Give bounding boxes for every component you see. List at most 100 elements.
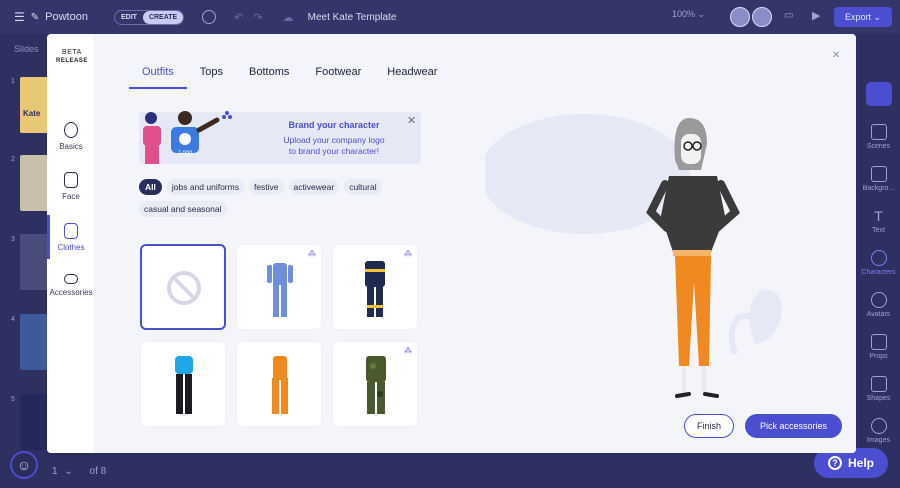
- filter-all[interactable]: All: [139, 179, 162, 195]
- slide-thumb-4[interactable]: [20, 314, 50, 370]
- sidebar-item-avatars[interactable]: Avatars: [857, 292, 900, 318]
- banner-subtitle-line: Upload your company logo: [283, 135, 385, 145]
- builder-nav: BETA RELEASE Basics Face Clothes Accesso…: [47, 34, 95, 453]
- shapes-icon: [870, 376, 887, 392]
- question-icon: ?: [827, 456, 842, 470]
- sidebar-item-backgrounds[interactable]: Backgro...: [857, 166, 900, 192]
- slide-number: 4: [11, 316, 15, 323]
- play-icon[interactable]: ▶: [812, 9, 820, 22]
- sidebar-item-label: Backgro...: [862, 185, 895, 192]
- logo-text: Logo: [179, 150, 193, 156]
- outfit-orange-jumpsuit[interactable]: [236, 341, 322, 427]
- zoom-select[interactable]: 100% ⌄: [672, 9, 705, 20]
- character-builder-modal: BETA RELEASE Basics Face Clothes Accesso…: [47, 34, 856, 453]
- nav-label: Accessories: [49, 288, 93, 297]
- shoe: [703, 392, 719, 398]
- add-user-icon[interactable]: [730, 7, 750, 27]
- release-text: RELEASE: [56, 58, 88, 64]
- close-banner-icon[interactable]: ✕: [407, 114, 416, 127]
- brand[interactable]: ☰ ✎ Powtoon: [14, 10, 88, 24]
- document-title[interactable]: Meet Kate Template: [308, 12, 397, 23]
- menu-icon[interactable]: ☰: [14, 10, 25, 24]
- sidebar-item-characters[interactable]: Characters: [857, 250, 900, 276]
- slide-thumb-3[interactable]: [20, 234, 50, 290]
- mode-edit[interactable]: EDIT: [115, 11, 143, 24]
- slides-panel: Slides 1 Kate 2 3 4 5: [0, 34, 50, 488]
- avatar[interactable]: [752, 7, 772, 27]
- sidebar-item-label: Props: [869, 353, 888, 360]
- undo-icon[interactable]: ↶: [234, 11, 243, 24]
- bottom-bar: [46, 456, 857, 488]
- props-icon: [870, 334, 887, 350]
- character-preview: [485, 114, 782, 398]
- shoe: [675, 392, 691, 398]
- sidebar-item-text[interactable]: T Text: [857, 208, 900, 234]
- blue-top-black-pants-thumb: [175, 356, 193, 414]
- slide-thumb-2[interactable]: [20, 155, 50, 211]
- outfit-firefighter-uniform[interactable]: ⁂: [332, 244, 418, 330]
- avatars-icon: [870, 292, 887, 308]
- mode-switch[interactable]: EDIT CREATE: [113, 9, 185, 25]
- redo-icon[interactable]: ↷: [253, 11, 262, 24]
- sidebar-item-images[interactable]: Images: [857, 418, 900, 444]
- mode-create[interactable]: CREATE: [142, 10, 184, 24]
- help-label: Help: [847, 456, 874, 470]
- sidebar-item-label: Characters: [861, 269, 896, 276]
- nav-clothes[interactable]: Clothes: [47, 215, 95, 259]
- orange-jumpsuit-thumb: [272, 356, 288, 414]
- outfit-none[interactable]: [140, 244, 226, 330]
- beta-badge: BETA RELEASE: [56, 48, 88, 66]
- outfit-blue-jumpsuit[interactable]: ⁂: [236, 244, 322, 330]
- slides-label[interactable]: Slides: [14, 44, 39, 54]
- blue-jumpsuit-thumb: [267, 263, 293, 317]
- brand-banner[interactable]: Logo Brand your character Upload your co…: [139, 111, 421, 164]
- slide-thumb-1[interactable]: Kate: [20, 77, 50, 133]
- tab-headwear[interactable]: Headwear: [374, 60, 450, 89]
- sidebar-item-props[interactable]: Props: [857, 334, 900, 360]
- firefighter-uniform-thumb: [365, 261, 385, 317]
- filter-activewear[interactable]: activewear: [288, 179, 340, 195]
- sidebar-item-shapes[interactable]: Shapes: [857, 376, 900, 402]
- nav-basics[interactable]: Basics: [47, 122, 95, 151]
- outfit-blue-top-black-pants[interactable]: [140, 341, 226, 427]
- shirt: [661, 176, 725, 252]
- brand-name: Powtoon: [45, 11, 88, 23]
- nav-label: Face: [62, 192, 80, 201]
- help-circle-icon[interactable]: [202, 10, 217, 24]
- tab-outfits[interactable]: Outfits: [129, 60, 187, 89]
- page-current[interactable]: 1: [52, 466, 58, 477]
- sidebar-item-scenes[interactable]: Scenes: [857, 124, 900, 150]
- nav-label: Basics: [59, 142, 83, 151]
- export-button[interactable]: Export ⌄: [834, 7, 892, 27]
- slide-thumb-5[interactable]: [20, 394, 50, 450]
- finish-button[interactable]: Finish: [684, 414, 734, 438]
- filter-jobs-and-uniforms[interactable]: jobs and uniforms: [166, 179, 244, 195]
- present-icon[interactable]: ▭: [784, 10, 793, 21]
- chevron-down-icon[interactable]: ⌄: [64, 466, 72, 477]
- filter-festive[interactable]: festive: [248, 179, 284, 195]
- page-total: of 8: [89, 466, 107, 477]
- scenes-icon: [870, 124, 887, 140]
- slide-pager[interactable]: 1 ⌄ of 8: [52, 466, 106, 477]
- pick-accessories-button[interactable]: Pick accessories: [745, 414, 842, 438]
- zoom-value: 100%: [672, 9, 696, 19]
- accessibility-icon[interactable]: ☺: [10, 451, 38, 479]
- nav-accessories[interactable]: Accessories: [47, 274, 95, 297]
- close-icon[interactable]: ✕: [832, 50, 840, 61]
- tab-footwear[interactable]: Footwear: [302, 60, 374, 89]
- sidebar-item-label: Scenes: [866, 143, 891, 150]
- filter-casual-and-seasonal[interactable]: casual and seasonal: [139, 201, 227, 217]
- tab-bottoms[interactable]: Bottoms: [236, 60, 302, 89]
- nav-face[interactable]: Face: [47, 172, 95, 201]
- clothing-tabs: Outfits Tops Bottoms Footwear Headwear: [129, 60, 450, 89]
- filter-cultural[interactable]: cultural: [344, 179, 382, 195]
- characters-icon: [870, 250, 887, 266]
- collaborators[interactable]: [730, 7, 772, 27]
- backgrounds-icon: [870, 166, 887, 182]
- upload-icon[interactable]: [866, 82, 892, 106]
- tab-tops[interactable]: Tops: [187, 60, 236, 89]
- pants: [675, 256, 711, 366]
- sidebar-item-label: Shapes: [866, 395, 891, 402]
- outfit-camouflage-uniform[interactable]: ⁂: [332, 341, 418, 427]
- sidebar-item-label: Text: [872, 227, 885, 234]
